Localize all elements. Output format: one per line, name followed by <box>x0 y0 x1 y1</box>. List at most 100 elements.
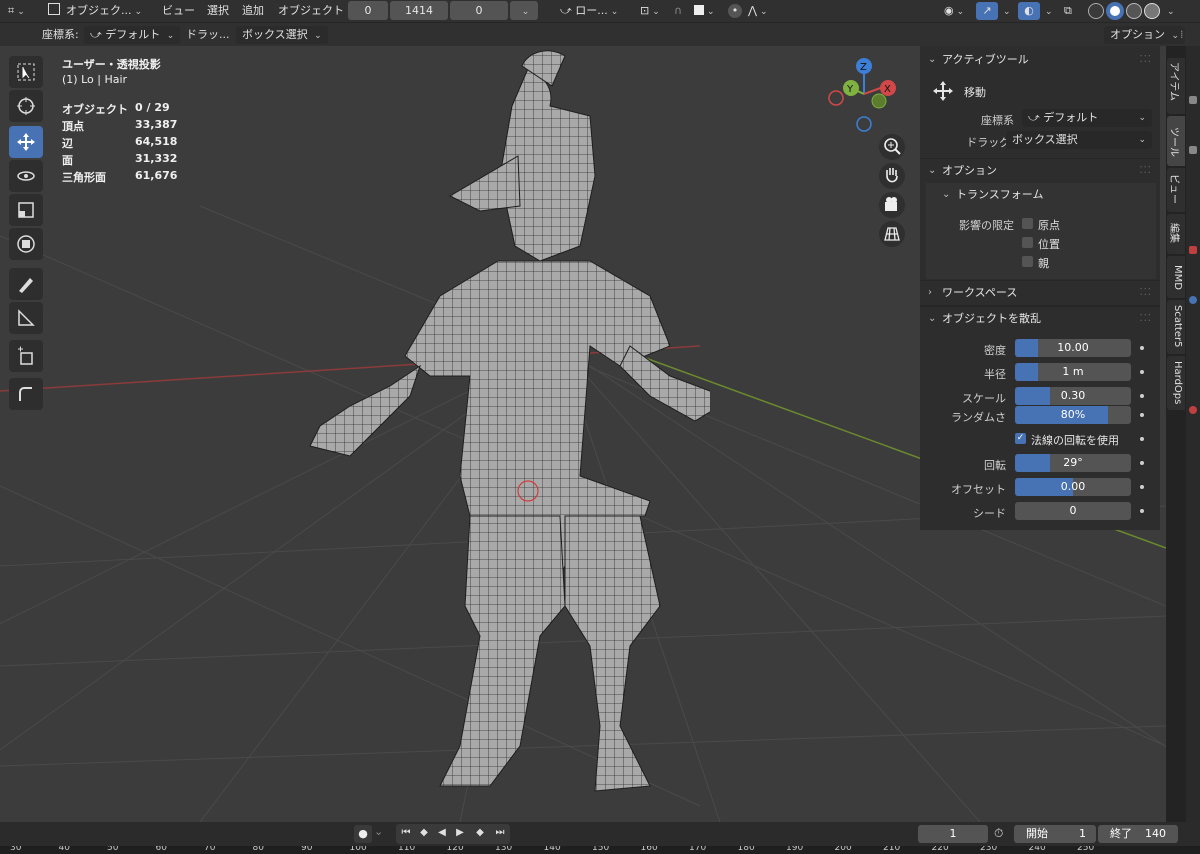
annotate-tool[interactable] <box>9 268 43 300</box>
scale-slider[interactable]: 0.30 <box>1015 387 1131 405</box>
coord-dropdown[interactable]: ⤻ デフォルト ⌄ <box>84 26 181 44</box>
keyframe-dot-icon[interactable] <box>1140 437 1144 441</box>
value-field-3[interactable]: 0 <box>450 1 508 20</box>
rotate-tool[interactable] <box>9 160 43 192</box>
tab-item[interactable]: アイテム <box>1167 58 1185 114</box>
mode-selector[interactable]: オブジェク... ⌄ <box>48 1 142 21</box>
material-shading-icon[interactable] <box>1126 3 1142 19</box>
tab-tool[interactable]: ツール <box>1167 116 1185 166</box>
chevron-down-icon[interactable]: ⌄ <box>374 825 383 838</box>
options-dropdown[interactable]: オプション ⌄ <box>1104 26 1186 44</box>
menu-select[interactable]: 選択 <box>207 1 229 21</box>
offset-slider[interactable]: 0.00 <box>1015 478 1131 496</box>
menu-object[interactable]: オブジェクト <box>278 1 344 21</box>
section-options[interactable]: ⌄ オプション ⁚⁚⁚ <box>920 159 1160 183</box>
grip-icon[interactable]: ⁚⁚⁚ <box>1139 281 1152 305</box>
snap-toggle[interactable]: ∩ <box>674 1 682 21</box>
editor-type-icon[interactable]: ⌗ ⌄ <box>8 1 25 21</box>
extra-tool[interactable] <box>9 378 43 410</box>
menu-add[interactable]: 追加 <box>242 1 264 21</box>
shading-dropdown[interactable]: ⌄ <box>1164 1 1175 21</box>
section-active-tool[interactable]: ⌄ アクティブツール ⁚⁚⁚ <box>920 48 1160 72</box>
next-keyframe-icon[interactable]: ◆ <box>472 825 488 841</box>
add-cube-tool[interactable] <box>9 340 43 372</box>
tab-view[interactable]: ビュー <box>1167 168 1185 212</box>
prev-keyframe-icon[interactable]: ◆ <box>416 825 432 841</box>
section-workspace[interactable]: › ワークスペース ⁚⁚⁚ <box>920 281 1160 305</box>
tab-scatter5[interactable]: Scatter5 <box>1167 300 1185 354</box>
falloff-dropdown[interactable]: ⋀ ⌄ <box>748 1 768 21</box>
gizmo-toggle[interactable]: ↗ <box>976 2 998 20</box>
normal-rotation-checkbox[interactable]: ✓ <box>1015 433 1026 444</box>
stopwatch-icon[interactable]: ⏱ <box>994 826 1003 841</box>
snap-target-dropdown[interactable]: ⌄ <box>694 1 715 21</box>
play-icon[interactable]: ▶ <box>452 825 468 841</box>
overlay-toggle[interactable]: ◐ <box>1018 2 1040 20</box>
proportional-edit-toggle[interactable]: • <box>728 1 742 21</box>
keyframe-dot-icon[interactable] <box>1140 346 1144 350</box>
play-reverse-icon[interactable]: ◀ <box>434 825 450 841</box>
xray-toggle[interactable]: ⧉ <box>1064 1 1072 21</box>
current-frame-field[interactable]: 1 <box>918 825 988 843</box>
rotation-slider[interactable]: 29° <box>1015 454 1131 472</box>
pan-hand-icon[interactable] <box>879 163 905 189</box>
wireframe-shading-icon[interactable] <box>1088 3 1104 19</box>
affect-origin-checkbox[interactable] <box>1022 218 1033 229</box>
keyframe-dot-icon[interactable] <box>1140 485 1144 489</box>
grip-icon[interactable]: ⁚⁚⁚ <box>1139 159 1152 183</box>
keyframe-dot-icon[interactable] <box>1140 413 1144 417</box>
value-dropdown[interactable]: ⌄ <box>510 1 538 20</box>
value-field-1[interactable]: 0 <box>348 1 388 20</box>
tab-hardops[interactable]: HardOps <box>1167 356 1185 410</box>
density-slider[interactable]: 10.00 <box>1015 339 1131 357</box>
grip-icon[interactable]: ⁞ <box>1180 25 1184 45</box>
jump-end-icon[interactable]: ⏭ <box>492 825 508 841</box>
affect-location-checkbox[interactable] <box>1022 237 1033 248</box>
rendered-shading-icon[interactable] <box>1144 3 1160 19</box>
grip-icon[interactable]: ⁚⁚⁚ <box>1139 48 1152 72</box>
visibility-dropdown[interactable]: ◉ ⌄ <box>944 1 964 21</box>
transform-tool[interactable] <box>9 228 43 260</box>
keyframe-dot-icon[interactable] <box>1140 461 1144 465</box>
coord-dropdown[interactable]: ⤻ デフォルト ⌄ <box>1022 109 1152 127</box>
overlay-dropdown[interactable]: ⌄ <box>1042 1 1053 21</box>
gizmo-dropdown[interactable]: ⌄ <box>1000 1 1011 21</box>
value-field-2[interactable]: 1414 <box>390 1 448 20</box>
keyframe-dot-icon[interactable] <box>1140 370 1144 374</box>
pivot-point-dropdown[interactable]: ⊡ ⌄ <box>640 1 660 21</box>
cursor-tool[interactable] <box>9 90 43 122</box>
scale-tool[interactable] <box>9 194 43 226</box>
section-scatter[interactable]: ⌄ オブジェクトを散乱 ⁚⁚⁚ <box>920 307 1160 331</box>
zoom-icon[interactable] <box>879 134 905 160</box>
keyframe-dot-icon[interactable] <box>1140 394 1144 398</box>
affect-parent-checkbox[interactable] <box>1022 256 1033 267</box>
menu-view[interactable]: ビュー <box>162 1 195 21</box>
object-icon[interactable] <box>1189 246 1197 254</box>
measure-tool[interactable] <box>9 302 43 334</box>
navigation-gizmo[interactable]: Z Y X <box>826 54 904 134</box>
tab-mmd[interactable]: MMD <box>1167 256 1185 298</box>
drag-dropdown[interactable]: ボックス選択 ⌄ <box>236 26 328 44</box>
start-frame-field[interactable]: 開始 1 <box>1014 825 1096 843</box>
move-tool[interactable] <box>9 126 43 158</box>
radius-slider[interactable]: 1 m <box>1015 363 1131 381</box>
grip-icon[interactable]: ⁚⁚⁚ <box>1139 307 1152 331</box>
tab-edit[interactable]: 編集 <box>1167 214 1185 254</box>
transform-orientation-dropdown[interactable]: ⤻ ロー... ⌄ <box>560 1 618 21</box>
seed-field[interactable]: 0 <box>1015 502 1131 520</box>
keyframe-dot-icon[interactable] <box>1140 509 1144 513</box>
drag-dropdown[interactable]: ボックス選択 ⌄ <box>1006 131 1152 149</box>
end-frame-field[interactable]: 終了 140 <box>1098 825 1178 843</box>
grid-view-icon[interactable] <box>879 221 905 247</box>
camera-icon[interactable] <box>879 192 905 218</box>
solid-shading-icon[interactable] <box>1106 2 1124 20</box>
scene-icon[interactable] <box>1189 96 1197 104</box>
modifier-icon[interactable] <box>1189 296 1197 304</box>
select-box-tool[interactable] <box>9 56 43 88</box>
record-icon[interactable]: ● <box>354 825 372 843</box>
render-icon[interactable] <box>1189 146 1197 154</box>
jump-start-icon[interactable]: ⏮ <box>398 825 414 841</box>
randomness-slider[interactable]: 80% <box>1015 406 1131 424</box>
subsection-transform[interactable]: ⌄ トランスフォーム <box>926 183 1156 207</box>
material-icon[interactable] <box>1189 406 1197 414</box>
